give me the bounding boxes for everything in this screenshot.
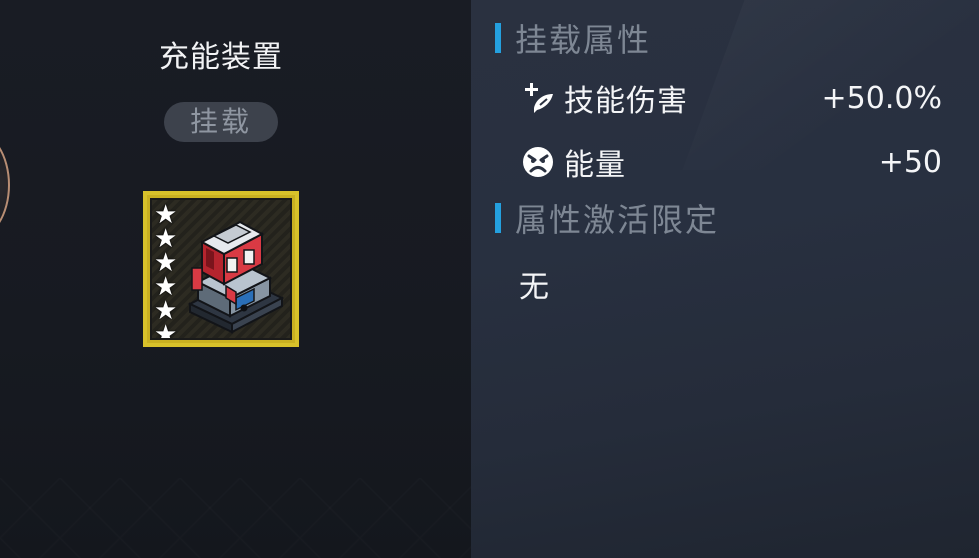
character-portrait-edge[interactable] (0, 130, 10, 240)
section-accent-bar (495, 203, 501, 233)
activation-restriction-header: 属性激活限定 (495, 200, 719, 239)
restriction-value: 无 (519, 270, 549, 305)
attribute-label: 技能伤害 (564, 84, 688, 119)
background-pattern (0, 478, 471, 558)
attribute-row-skill-damage: 技能伤害 +50.0% (520, 78, 942, 119)
attribute-label: 能量 (564, 148, 626, 183)
section-title: 挂载属性 (515, 21, 652, 59)
attribute-row-energy: 能量 +50 (520, 142, 942, 183)
energy-icon (523, 147, 553, 177)
section-title: 属性激活限定 (515, 201, 720, 239)
mount-attributes-header: 挂载属性 (495, 20, 651, 59)
attribute-value: +50.0% (821, 80, 942, 116)
section-accent-bar (495, 23, 501, 53)
skill-damage-icon (525, 83, 553, 113)
item-icon-slot: ★ ★ ★ ★ ★ ★ (150, 198, 292, 340)
charging-device-icon (187, 220, 285, 334)
mount-status-badge: 挂载 (164, 102, 278, 142)
item-name: 充能装置 (159, 40, 283, 75)
attribute-value: +50 (878, 144, 942, 180)
item-icon-frame[interactable]: ★ ★ ★ ★ ★ ★ (143, 191, 299, 347)
